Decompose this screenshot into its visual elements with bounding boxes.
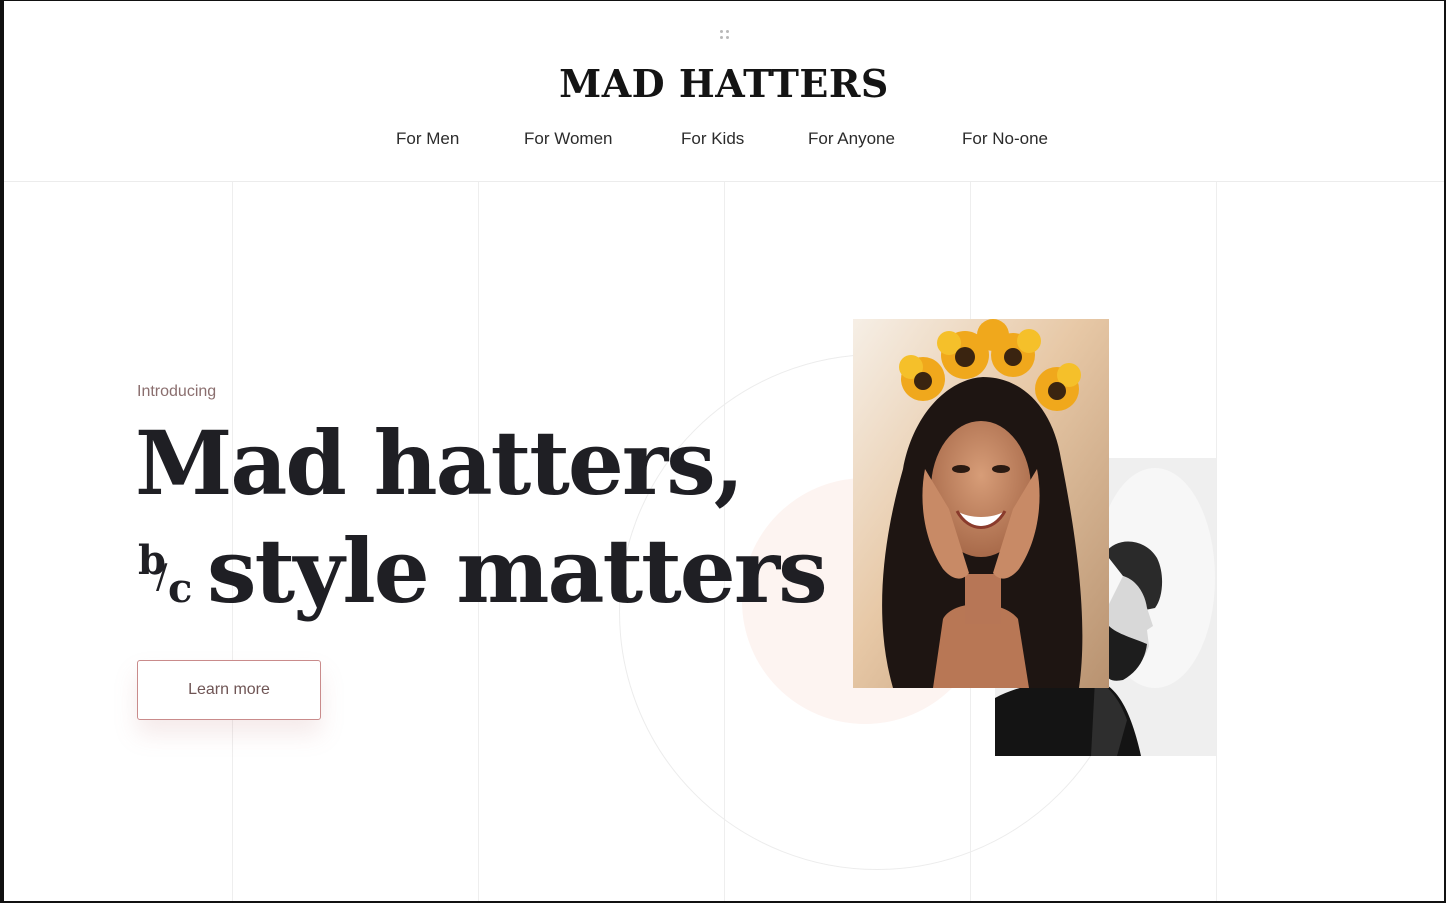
- page-frame: MAD HATTERS For Men For Women For Kids F…: [0, 0, 1446, 903]
- learn-more-button[interactable]: Learn more: [137, 660, 321, 720]
- hero-headline-line-2: style matters: [207, 519, 828, 623]
- main-nav: For Men For Women For Kids For Anyone Fo…: [4, 129, 1444, 155]
- because-abbreviation: b / c: [138, 539, 198, 619]
- nav-item-for-women[interactable]: For Women: [524, 129, 613, 149]
- because-c: c: [168, 565, 193, 612]
- drag-dots-icon[interactable]: [720, 30, 730, 40]
- woman-illustration: [853, 319, 1109, 688]
- grid-line: [1216, 181, 1217, 901]
- hero-headline-line-1: Mad hatters,: [135, 411, 744, 515]
- nav-item-for-kids[interactable]: For Kids: [681, 129, 744, 149]
- brand-logo[interactable]: MAD HATTERS: [4, 59, 1444, 109]
- because-slash: /: [156, 557, 168, 597]
- nav-item-for-men[interactable]: For Men: [396, 129, 459, 149]
- hero-eyebrow: Introducing: [137, 383, 217, 400]
- nav-item-for-no-one[interactable]: For No-one: [962, 129, 1048, 149]
- nav-item-for-anyone[interactable]: For Anyone: [808, 129, 895, 149]
- site-header: MAD HATTERS For Men For Women For Kids F…: [4, 1, 1444, 182]
- woman-sunflower-photo: [853, 319, 1109, 688]
